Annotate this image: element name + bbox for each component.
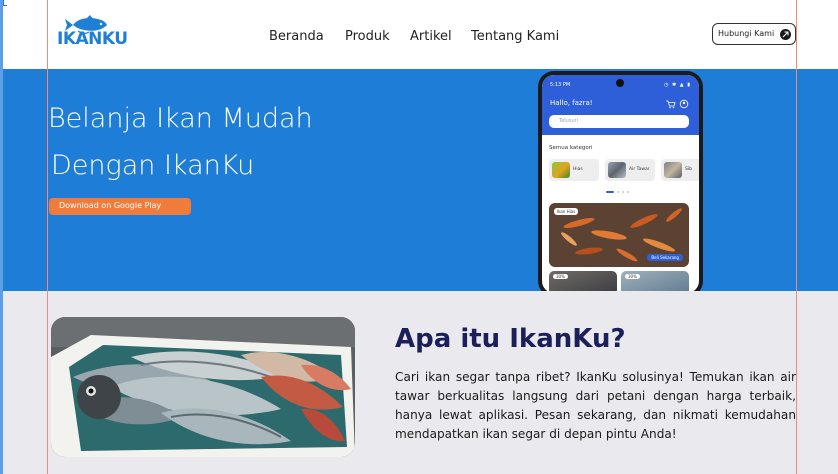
app-header: 5:13 PM ◷ ✱ ▲ ▮ Hallo, fazra! Telusuri [542, 75, 699, 135]
category-title: Semua kategori [549, 145, 593, 151]
app-search-placeholder: Telusuri [559, 118, 579, 124]
camera-notch [616, 79, 624, 87]
category-card[interactable]: Sib [661, 159, 699, 181]
app-search-input[interactable]: Telusuri [549, 115, 689, 128]
fresh-fish-photo [51, 317, 355, 457]
nav-item-beranda[interactable]: Beranda [269, 29, 324, 44]
discount-badge: 30% [553, 274, 568, 279]
banner-tag: Ikan Hias [554, 208, 579, 215]
hero-title-line2: Dengan IkanKu [51, 150, 255, 181]
category-label: Air Tawar [629, 167, 650, 172]
category-label: Hias [573, 167, 583, 172]
layout-guide-right [796, 0, 797, 474]
about-description: Cari ikan segar tanpa ribet? IkanKu solu… [395, 370, 796, 441]
category-thumb [608, 162, 626, 178]
product-tile[interactable]: 30% [621, 271, 689, 293]
google-play-label: Download on Google Play [59, 201, 162, 210]
fish-box-image [51, 317, 355, 457]
left-edge-bar [0, 0, 3, 474]
about-title: Apa itu IkanKu? [395, 324, 626, 354]
status-icons: ◷ ✱ ▲ ▮ [664, 82, 691, 88]
status-time: 5:13 PM [550, 82, 571, 88]
category-label: Sib [685, 167, 692, 172]
category-card[interactable]: Air Tawar [605, 159, 655, 181]
discount-badge: 30% [625, 274, 640, 279]
layout-guide-left [47, 0, 48, 474]
carousel-dots [606, 191, 629, 193]
category-thumb [664, 162, 682, 178]
banner-buy-button[interactable]: Beli Sekarang [647, 254, 683, 261]
promo-banner[interactable]: Ikan Hias Beli Sekarang [549, 203, 689, 267]
about-section: Apa itu IkanKu? Cari ikan segar tanpa ri… [0, 291, 838, 474]
contact-button-label: Hubungi Kami [718, 29, 775, 38]
app-greeting: Hallo, fazra! [550, 99, 593, 107]
nav-item-artikel[interactable]: Artikel [410, 29, 452, 44]
product-tile[interactable]: 30% [549, 271, 617, 293]
contact-button[interactable]: Hubungi Kami [712, 23, 796, 45]
site-header: IKANKU Beranda Produk Artikel Tentang Ka… [0, 0, 838, 69]
nav-item-tentang-kami[interactable]: Tentang Kami [471, 29, 559, 44]
nav-item-produk[interactable]: Produk [345, 29, 390, 44]
google-play-button[interactable]: Download on Google Play [49, 198, 191, 215]
phone-mockup: 5:13 PM ◷ ✱ ▲ ▮ Hallo, fazra! Telusuri S… [538, 71, 703, 297]
hero-title-line1: Belanja Ikan Mudah [48, 103, 313, 134]
arrow-icon [780, 29, 791, 40]
phone-screen: 5:13 PM ◷ ✱ ▲ ▮ Hallo, fazra! Telusuri S… [542, 75, 699, 293]
corner-mark [3, 0, 7, 6]
category-thumb [552, 162, 570, 178]
category-card[interactable]: Hias [549, 159, 599, 181]
cart-profile-icon[interactable] [665, 99, 689, 109]
hero-section: Belanja Ikan Mudah Dengan IkanKu Downloa… [0, 69, 838, 291]
